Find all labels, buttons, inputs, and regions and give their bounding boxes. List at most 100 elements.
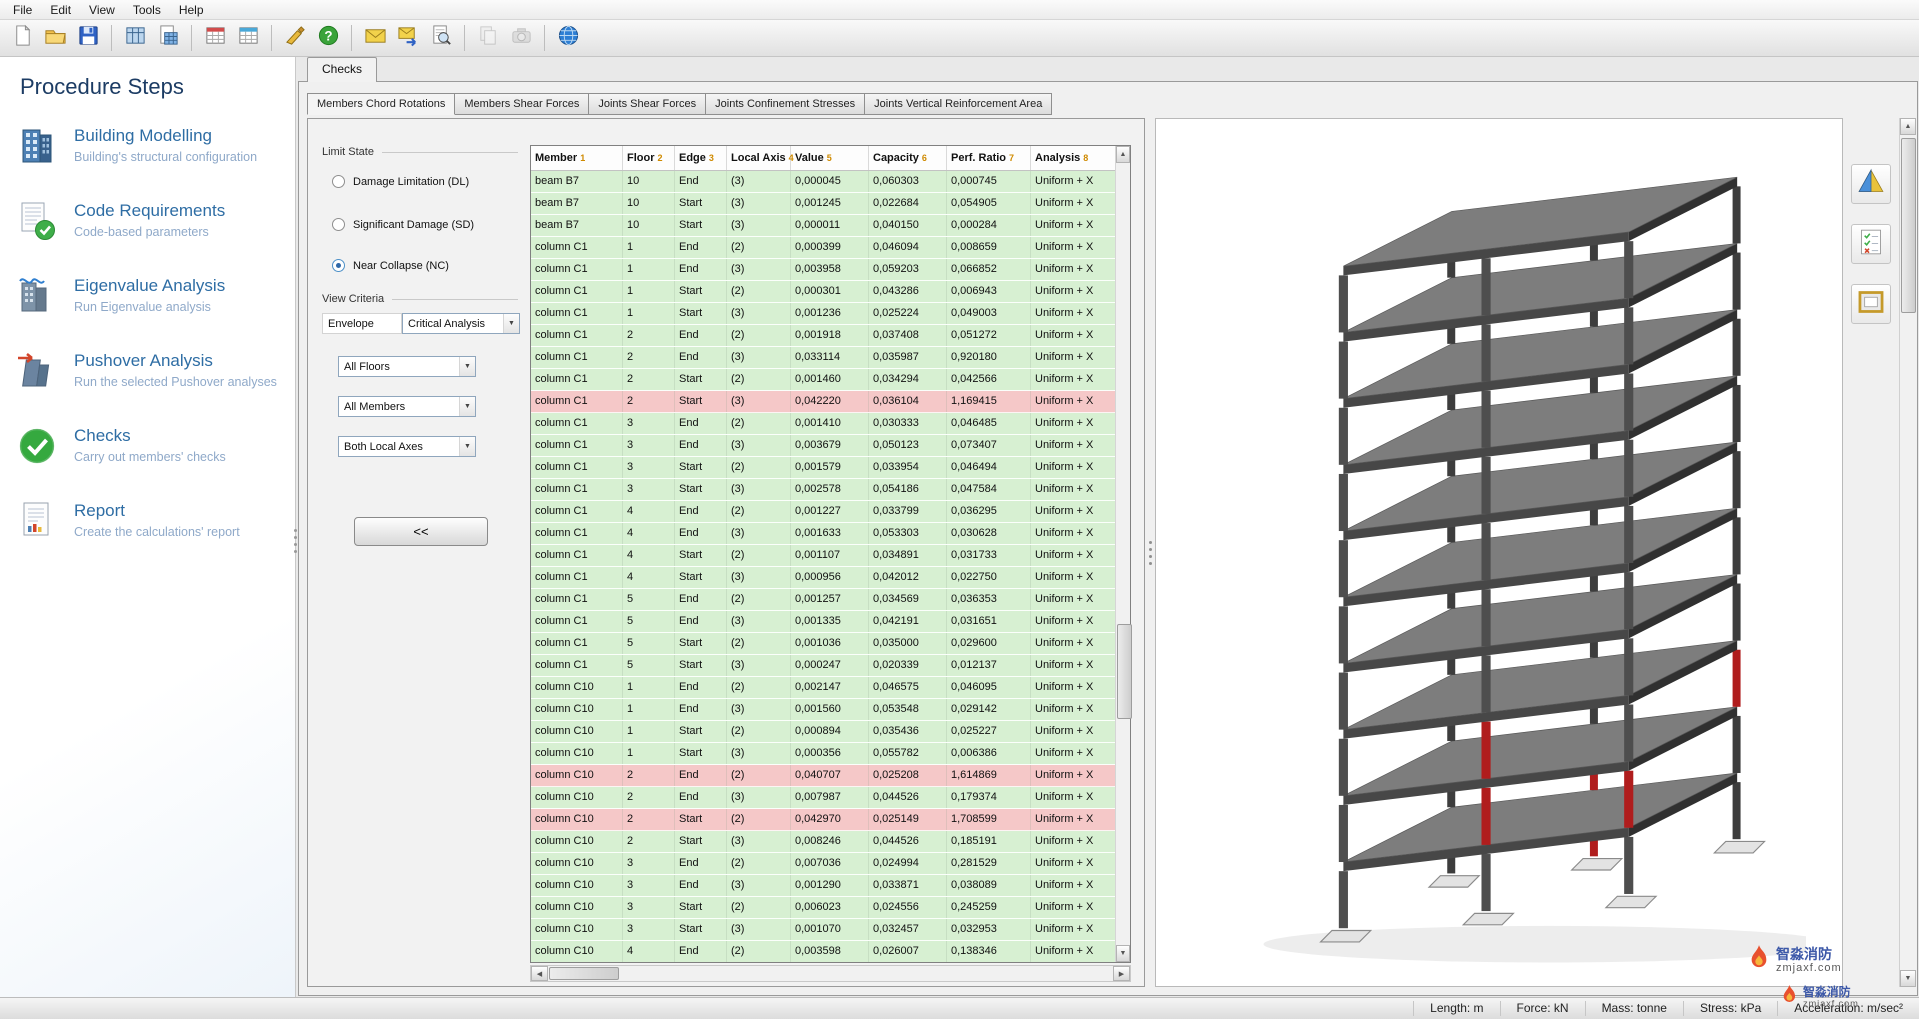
open-button[interactable] [40, 23, 70, 53]
table-row[interactable]: column C1 3 End (3) 0,003679 0,050123 0,… [531, 435, 1115, 457]
subtab-joints-vertical-reinforcement-area[interactable]: Joints Vertical Reinforcement Area [864, 93, 1053, 115]
scrollbar-thumb[interactable] [1901, 138, 1916, 313]
table-row[interactable]: column C10 3 End (3) 0,001290 0,033871 0… [531, 875, 1115, 897]
table-row[interactable]: column C10 2 End (3) 0,007987 0,044526 0… [531, 787, 1115, 809]
save-button[interactable] [73, 23, 103, 53]
help-button[interactable]: ? [313, 23, 343, 53]
table-row[interactable]: column C1 2 Start (3) 0,042220 0,036104 … [531, 391, 1115, 413]
table-row[interactable]: column C10 2 Start (3) 0,008246 0,044526… [531, 831, 1115, 853]
table-row[interactable]: column C10 2 End (2) 0,040707 0,025208 1… [531, 765, 1115, 787]
copy-button[interactable] [473, 23, 503, 53]
checks-list-button[interactable] [1851, 224, 1891, 264]
table-row[interactable]: column C10 2 Start (2) 0,042970 0,025149… [531, 809, 1115, 831]
table-row[interactable]: column C1 1 Start (3) 0,001236 0,025224 … [531, 303, 1115, 325]
col-header-analysis[interactable]: Analysis 8 [1031, 146, 1115, 170]
radio-damage-limitation[interactable]: Damage Limitation (DL) [332, 175, 469, 188]
table-row[interactable]: column C1 4 Start (2) 0,001107 0,034891 … [531, 545, 1115, 567]
snapshot-button[interactable] [506, 23, 536, 53]
table-row[interactable]: column C1 2 End (2) 0,001918 0,037408 0,… [531, 325, 1115, 347]
table-row[interactable]: column C1 3 Start (2) 0,001579 0,033954 … [531, 457, 1115, 479]
mail-send-button[interactable] [393, 23, 423, 53]
table-row[interactable]: column C1 1 End (2) 0,000399 0,046094 0,… [531, 237, 1115, 259]
table-row[interactable]: column C10 1 Start (2) 0,000894 0,035436… [531, 721, 1115, 743]
table-row[interactable]: beam B7 10 Start (3) 0,001245 0,022684 0… [531, 193, 1115, 215]
menu-item[interactable]: Help [170, 1, 213, 19]
tab-checks[interactable]: Checks [307, 57, 378, 82]
floors-select[interactable]: All Floors ▼ [338, 356, 476, 377]
table-row[interactable]: column C1 2 Start (2) 0,001460 0,034294 … [531, 369, 1115, 391]
frame-view-button[interactable] [1851, 284, 1891, 324]
scroll-up-arrow-icon[interactable]: ▲ [1900, 118, 1916, 135]
table-row[interactable]: column C1 1 Start (2) 0,000301 0,043286 … [531, 281, 1115, 303]
table-row[interactable]: column C1 4 End (2) 0,001227 0,033799 0,… [531, 501, 1115, 523]
new-button[interactable] [7, 23, 37, 53]
panel-splitter[interactable] [1145, 118, 1155, 987]
scrollbar-thumb[interactable] [1117, 624, 1132, 719]
table-row[interactable]: column C10 1 End (2) 0,002147 0,046575 0… [531, 677, 1115, 699]
frame-view-button[interactable] [120, 23, 150, 53]
table-row[interactable]: column C10 3 Start (2) 0,006023 0,024556… [531, 897, 1115, 919]
clean-button[interactable] [280, 23, 310, 53]
table-row[interactable]: column C1 5 Start (2) 0,001036 0,035000 … [531, 633, 1115, 655]
members-select[interactable]: All Members ▼ [338, 396, 476, 417]
table-row[interactable]: column C10 4 End (2) 0,003598 0,026007 0… [531, 941, 1115, 962]
scroll-down-arrow-icon[interactable]: ▼ [1116, 945, 1130, 962]
web-button[interactable] [553, 23, 583, 53]
axes-select[interactable]: Both Local Axes ▼ [338, 436, 476, 457]
sidebar-item-report[interactable]: Report Create the calculations' report [0, 483, 295, 558]
radio-significant-damage[interactable]: Significant Damage (SD) [332, 218, 474, 231]
menu-item[interactable]: Tools [124, 1, 170, 19]
col-header-perf-ratio[interactable]: Perf. Ratio 7 [947, 146, 1031, 170]
table-row[interactable]: column C10 1 Start (3) 0,000356 0,055782… [531, 743, 1115, 765]
analysis-select[interactable]: Critical Analysis ▼ [402, 313, 520, 334]
table-row[interactable]: column C1 4 End (3) 0,001633 0,053303 0,… [531, 523, 1115, 545]
scroll-up-arrow-icon[interactable]: ▲ [1116, 146, 1130, 163]
menu-item[interactable]: File [4, 1, 41, 19]
col-header-member[interactable]: Member 1 [531, 146, 623, 170]
subtab-members-shear-forces[interactable]: Members Shear Forces [454, 93, 590, 115]
table-view-button[interactable] [153, 23, 183, 53]
sidebar-item-checks[interactable]: Checks Carry out members' checks [0, 408, 295, 483]
table-row[interactable]: column C1 3 Start (3) 0,002578 0,054186 … [531, 479, 1115, 501]
scroll-right-arrow-icon[interactable]: ▶ [1113, 966, 1130, 981]
model-viewport[interactable] [1155, 118, 1843, 987]
results-blue-button[interactable] [233, 23, 263, 53]
table-vertical-scrollbar[interactable]: ▲ ▼ [1115, 146, 1132, 962]
sidebar-item-eigenvalue-analysis[interactable]: Eigenvalue Analysis Run Eigenvalue analy… [0, 258, 295, 333]
subtab-joints-shear-forces[interactable]: Joints Shear Forces [588, 93, 707, 115]
sidebar-item-code-requirements[interactable]: Code Requirements Code-based parameters [0, 183, 295, 258]
scroll-down-arrow-icon[interactable]: ▼ [1900, 970, 1916, 987]
table-row[interactable]: beam B7 10 End (3) 0,000045 0,060303 0,0… [531, 171, 1115, 193]
sidebar-item-building-modelling[interactable]: Building Modelling Building's structural… [0, 108, 295, 183]
table-row[interactable]: column C10 1 End (3) 0,001560 0,053548 0… [531, 699, 1115, 721]
table-row[interactable]: column C1 4 Start (3) 0,000956 0,042012 … [531, 567, 1115, 589]
scrollbar-thumb[interactable] [549, 967, 619, 980]
col-header-capacity[interactable]: Capacity 6 [869, 146, 947, 170]
sidebar-item-pushover-analysis[interactable]: Pushover Analysis Run the selected Pusho… [0, 333, 295, 408]
radio-near-collapse[interactable]: Near Collapse (NC) [332, 259, 449, 272]
sidebar-splitter[interactable] [292, 515, 299, 567]
col-header-edge[interactable]: Edge 3 [675, 146, 727, 170]
table-row[interactable]: column C1 5 Start (3) 0,000247 0,020339 … [531, 655, 1115, 677]
subtab-members-chord-rotations[interactable]: Members Chord Rotations [307, 93, 456, 115]
mail-button[interactable] [360, 23, 390, 53]
preview-button[interactable] [426, 23, 456, 53]
col-header-floor[interactable]: Floor 2 [623, 146, 675, 170]
table-row[interactable]: column C1 2 End (3) 0,033114 0,035987 0,… [531, 347, 1115, 369]
col-header-value[interactable]: Value 5 [791, 146, 869, 170]
table-row[interactable]: column C1 5 End (2) 0,001257 0,034569 0,… [531, 589, 1115, 611]
table-row[interactable]: beam B7 10 Start (3) 0,000011 0,040150 0… [531, 215, 1115, 237]
collapse-panel-button[interactable]: << [354, 517, 488, 546]
table-row[interactable]: column C10 3 Start (3) 0,001070 0,032457… [531, 919, 1115, 941]
scroll-left-arrow-icon[interactable]: ◀ [531, 966, 548, 981]
results-red-button[interactable] [200, 23, 230, 53]
subtab-joints-confinement-stresses[interactable]: Joints Confinement Stresses [705, 93, 866, 115]
menu-item[interactable]: View [80, 1, 124, 19]
scale-pyramid-button[interactable] [1851, 164, 1891, 204]
table-horizontal-scrollbar[interactable]: ◀ ▶ [530, 965, 1131, 982]
table-row[interactable]: column C1 5 End (3) 0,001335 0,042191 0,… [531, 611, 1115, 633]
table-row[interactable]: column C1 3 End (2) 0,001410 0,030333 0,… [531, 413, 1115, 435]
menu-item[interactable]: Edit [41, 1, 80, 19]
table-row[interactable]: column C1 1 End (3) 0,003958 0,059203 0,… [531, 259, 1115, 281]
col-header-local-axis[interactable]: Local Axis 4 [727, 146, 794, 170]
